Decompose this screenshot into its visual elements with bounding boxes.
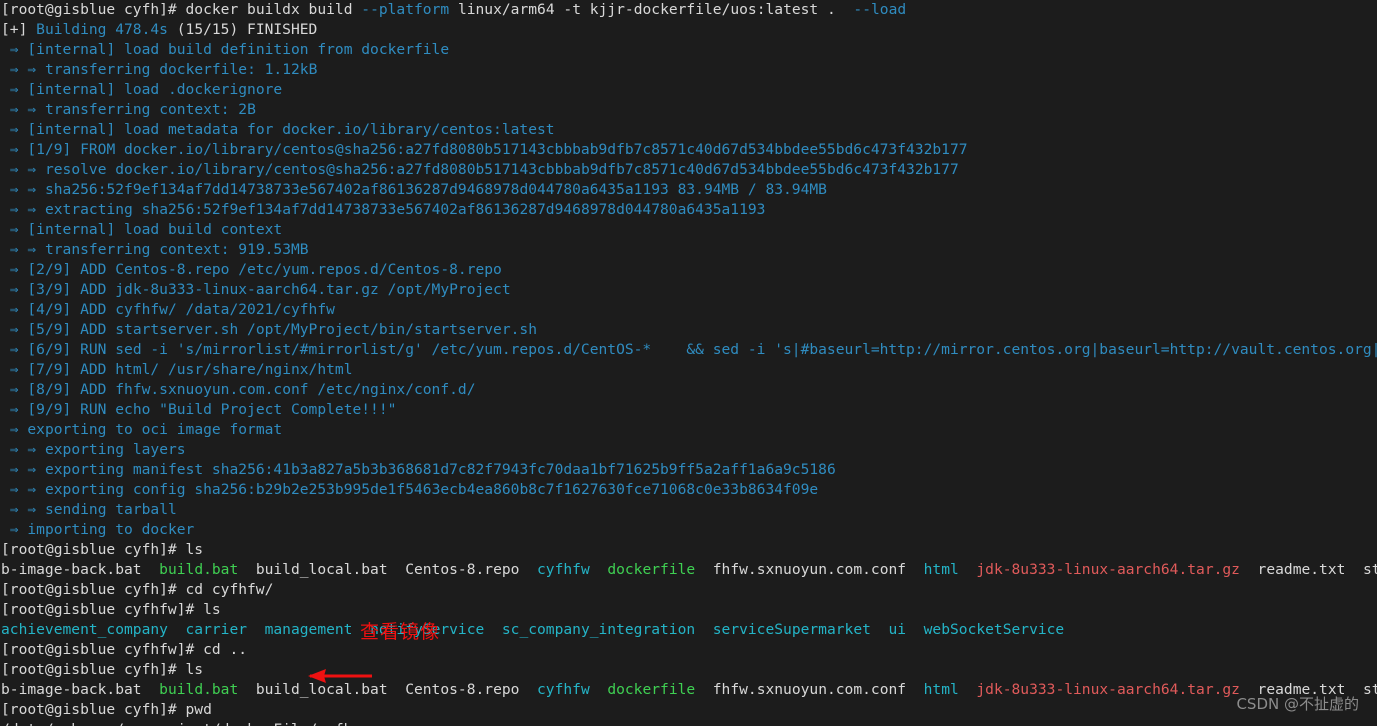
- watermark: CSDN @不扯虚的: [1236, 695, 1359, 713]
- build-step-line: ⇒ [internal] load build definition from …: [9, 41, 450, 58]
- build-step-line: ⇒ [1/9] FROM docker.io/library/centos@sh…: [9, 141, 968, 158]
- build-step-line: ⇒ ⇒ sha256:52f9ef134af7dd14738733e567402…: [9, 181, 827, 198]
- build-step-line: ⇒ ⇒ transferring context: 2B: [9, 101, 256, 118]
- annotation-label: 查看镜像: [360, 621, 441, 643]
- build-step-line: ⇒ [internal] load .dockerignore: [9, 81, 283, 98]
- build-step-line: ⇒ [internal] load metadata for docker.io…: [9, 121, 555, 138]
- build-step-line: ⇒ [9/9] RUN echo "Build Project Complete…: [9, 401, 397, 418]
- build-step-line: ⇒ [3/9] ADD jdk-8u333-linux-aarch64.tar.…: [9, 281, 511, 298]
- build-step-line: ⇒ [6/9] RUN sed -i 's/mirrorlist/#mirror…: [9, 341, 1377, 358]
- command-line-ls: [root@gisblue cyfhfw]# ls: [1, 601, 221, 618]
- build-step-line: ⇒ ⇒ sending tarball: [9, 501, 177, 518]
- command-line-build: [root@gisblue cyfh]# docker buildx build…: [1, 1, 907, 18]
- command-line-pwd: [root@gisblue cyfh]# pwd: [1, 701, 212, 718]
- ls-output-cyfhfw: achievement_company carrier management n…: [1, 621, 1065, 638]
- build-status-line: [+] Building 478.4s (15/15) FINISHED: [1, 21, 318, 38]
- command-line-ls: [root@gisblue cyfh]# ls: [1, 661, 204, 678]
- command-line-cd: [root@gisblue cyfh]# cd cyfhfw/: [1, 581, 274, 598]
- terminal-screen: [root@gisblue cyfh]# docker buildx build…: [0, 0, 1377, 726]
- build-step-line: ⇒ ⇒ extracting sha256:52f9ef134af7dd1473…: [9, 201, 766, 218]
- build-step-line: ⇒ ⇒ transferring context: 919.53MB: [9, 241, 309, 258]
- ls-output-cyfh: b-image-back.bat build.bat build_local.b…: [1, 561, 1377, 578]
- build-step-line: ⇒ ⇒ resolve docker.io/library/centos@sha…: [9, 161, 959, 178]
- build-step-line: ⇒ ⇒ exporting layers: [9, 441, 186, 458]
- build-step-line: ⇒ [5/9] ADD startserver.sh /opt/MyProjec…: [9, 321, 537, 338]
- command-line-ls: [root@gisblue cyfh]# ls: [1, 541, 204, 558]
- build-step-line: ⇒ [7/9] ADD html/ /usr/share/nginx/html: [9, 361, 353, 378]
- build-step-line: ⇒ importing to docker: [9, 521, 195, 538]
- ls-output-cyfh: b-image-back.bat build.bat build_local.b…: [1, 681, 1377, 698]
- build-step-line: ⇒ ⇒ exporting config sha256:b29b2e253b99…: [9, 481, 819, 498]
- build-step-line: ⇒ [2/9] ADD Centos-8.repo /etc/yum.repos…: [9, 261, 502, 278]
- build-step-line: ⇒ ⇒ transferring dockerfile: 1.12kB: [9, 61, 318, 78]
- build-step-line: ⇒ [8/9] ADD fhfw.sxnuoyun.com.conf /etc/…: [9, 381, 476, 398]
- build-step-line: ⇒ ⇒ exporting manifest sha256:41b3a827a5…: [9, 461, 836, 478]
- pwd-output: /data/webapps/xcyproject/dockerFile/cyfh: [0, 720, 1377, 726]
- command-line-cd-up: [root@gisblue cyfhfw]# cd ..: [1, 641, 248, 658]
- build-step-line: ⇒ [4/9] ADD cyfhfw/ /data/2021/cyfhfw: [9, 301, 335, 318]
- build-step-line: ⇒ exporting to oci image format: [9, 421, 283, 438]
- terminal-window[interactable]: [root@gisblue cyfh]# docker buildx build…: [0, 0, 1377, 726]
- build-step-line: ⇒ [internal] load build context: [9, 221, 283, 238]
